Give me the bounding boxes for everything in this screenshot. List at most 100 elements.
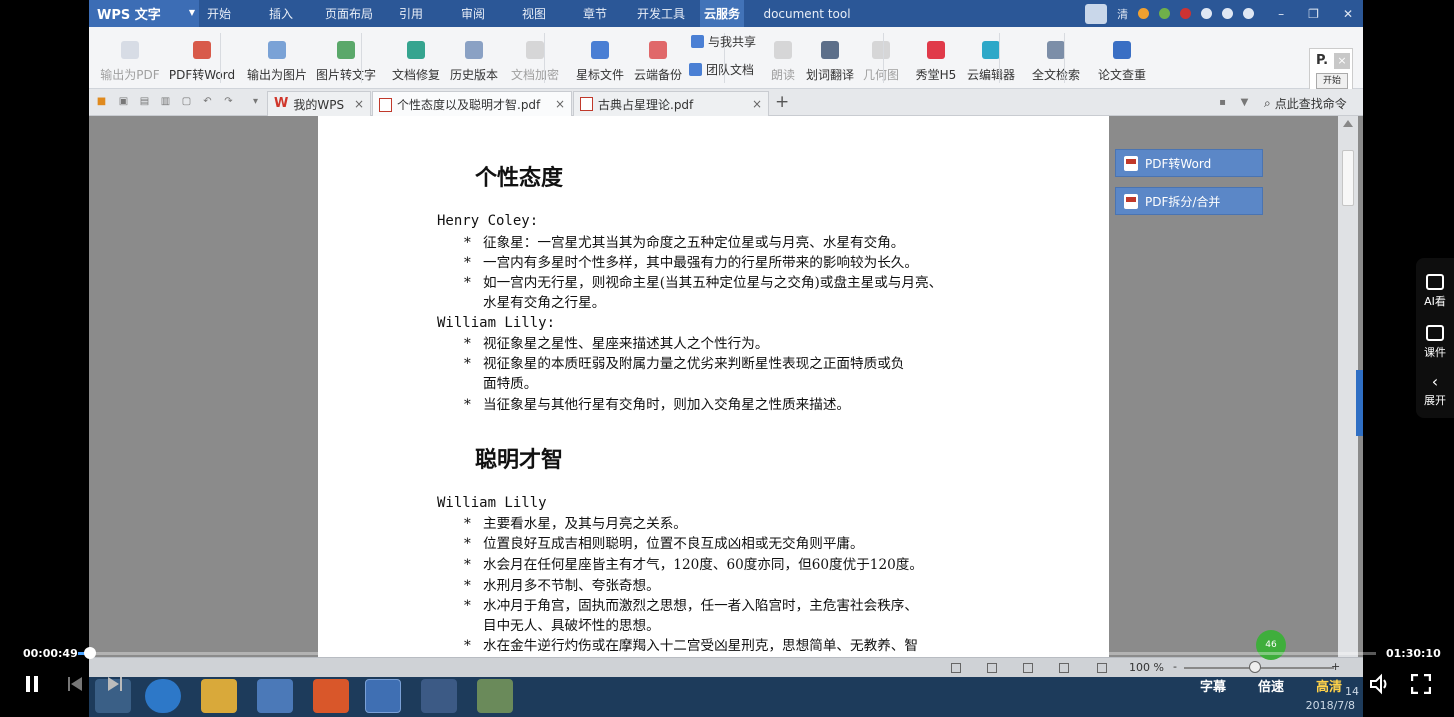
toolbar-button-label: 朗读 [770, 68, 795, 82]
menu-2[interactable]: 页面布局 [314, 0, 384, 27]
toolbar-button-label: 云端备份 [633, 68, 682, 82]
menu-9[interactable]: document tool [762, 0, 852, 27]
bullet-item: * 位置良好互成吉相则聪明，位置不良互成凶相或无交角则平庸。 [464, 534, 1024, 554]
team-icon [689, 63, 702, 76]
status-4-icon[interactable] [1222, 8, 1234, 19]
mini-panel-start-button[interactable]: 开始 [1316, 73, 1348, 89]
download-icon[interactable]: ▼ [1239, 97, 1250, 108]
toolbar-button-14[interactable]: 云编辑器 [957, 31, 1025, 85]
fullscreen-button[interactable] [1410, 673, 1432, 695]
pdf-side-button-0[interactable]: PDF转Word [1115, 149, 1263, 177]
redo-icon[interactable]: ↷ [223, 96, 234, 107]
rail-button-0[interactable]: AI看 [1416, 262, 1454, 312]
toolbar-button-3[interactable]: 图片转文字 [312, 31, 380, 85]
avatar[interactable] [1085, 3, 1108, 24]
restore-icon[interactable]: ❐ [1308, 7, 1319, 21]
close-icon[interactable]: × [555, 97, 565, 111]
doc-tab-0[interactable]: W 我的WPS × [267, 91, 371, 116]
section-heading: 聪明才智 [475, 447, 564, 473]
scroll-up-icon[interactable] [1343, 120, 1353, 127]
user-name[interactable]: 清 [1117, 6, 1128, 22]
menu-0[interactable]: 开始 [199, 0, 239, 27]
doc-tab-2[interactable]: 古典占星理论.pdf × [573, 91, 769, 116]
menu-5[interactable]: 视图 [514, 0, 554, 27]
mini-panel: P. × 开始 [1309, 48, 1353, 94]
bullet-mark: * [464, 578, 471, 594]
command-search-placeholder: 点此查找命令 [1274, 97, 1347, 111]
toolbar-button-1[interactable]: PDF转Word [168, 31, 236, 85]
status-5-icon[interactable] [1243, 8, 1255, 19]
toolbar-2-icon [268, 41, 286, 59]
mini-panel-title: P. [1316, 53, 1329, 68]
team-docs-button[interactable]: 团队文档 [689, 61, 754, 78]
menu-4[interactable]: 审阅 [453, 0, 493, 27]
scroll-thumb[interactable] [1342, 150, 1354, 206]
bullet-text: 视征象星的本质旺弱及附属力量之优劣来判断星性表现之正面特质或负 [483, 356, 905, 372]
subtitle-button[interactable]: 字幕 [1200, 676, 1226, 695]
rail-button-2[interactable]: ‹ 展开 [1416, 364, 1454, 414]
close-window-icon[interactable]: ✕ [1343, 7, 1353, 21]
toolbar-button-6[interactable]: 文档加密 [501, 31, 569, 85]
skin-icon[interactable]: ▪ [1217, 97, 1228, 108]
status-2-icon[interactable] [1180, 8, 1192, 19]
toolbar-button-label: 几何图 [862, 68, 899, 82]
print-icon[interactable]: ▥ [160, 96, 171, 107]
status-1-icon[interactable] [1159, 8, 1171, 19]
bullet-mark: * [464, 516, 471, 532]
close-icon[interactable]: × [1334, 53, 1350, 69]
undo-icon[interactable]: ↶ [202, 96, 213, 107]
bullet-text: 水刑月多不节制、夸张奇想。 [483, 578, 660, 594]
next-button[interactable] [106, 675, 124, 693]
bullet-text: 视征象星之星性、星座来描述其人之个性行为。 [483, 336, 769, 352]
menu-6[interactable]: 章节 [575, 0, 615, 27]
pause-button[interactable] [23, 674, 41, 694]
save-icon[interactable]: ▣ [118, 96, 129, 107]
toolbar-button-0[interactable]: 输出为PDF [96, 31, 164, 85]
progress-track[interactable] [78, 652, 1376, 655]
menu-1[interactable]: 插入 [261, 0, 301, 27]
bullet-item: * 视征象星之星性、星座来描述其人之个性行为。 [464, 334, 1024, 354]
close-icon[interactable]: × [354, 97, 364, 111]
toolbar-button-16[interactable]: 论文查重 [1088, 31, 1156, 85]
toolbar-separator [544, 33, 545, 83]
bullet-mark: * [464, 557, 471, 573]
pdf-side-button-1[interactable]: PDF拆分/合并 [1115, 187, 1263, 215]
rail-button-1[interactable]: 课件 [1416, 313, 1454, 363]
toolbar-button-8[interactable]: 云端备份 [624, 31, 692, 85]
author-line: William Lilly: [437, 315, 556, 331]
volume-button[interactable] [1369, 673, 1391, 695]
chevron-down-icon[interactable]: ▾ [250, 96, 261, 107]
menu-8[interactable]: 云服务 [700, 0, 744, 27]
bullet-mark: * [464, 336, 471, 352]
previous-button[interactable] [66, 675, 84, 693]
vertical-scrollbar[interactable] [1338, 116, 1358, 657]
export-icon[interactable]: ▤ [139, 96, 150, 107]
status-0-icon[interactable] [1138, 8, 1150, 19]
toolbar-button-2[interactable]: 输出为图片 [243, 31, 311, 85]
doc-tab-1[interactable]: 个性态度以及聪明才智.pdf × [372, 91, 572, 117]
app-menu-button[interactable]: WPS 文字 ▼ [89, 0, 199, 27]
quality-button[interactable]: 高清 [1316, 676, 1342, 695]
command-search[interactable]: ⌕ 点此查找命令 [1264, 95, 1359, 112]
preview-icon[interactable]: ▢ [181, 96, 192, 107]
open-folder-icon[interactable]: ■ [96, 96, 107, 107]
new-tab-button[interactable]: + [775, 92, 789, 112]
speed-button[interactable]: 倍速 [1258, 676, 1284, 695]
bullet-text: 当征象星与其他行星有交角时，则加入交角星之性质来描述。 [483, 397, 851, 413]
bullet-mark: * [464, 397, 471, 413]
total-time: 01:30:10 [1386, 647, 1441, 660]
collapse-panel-tab[interactable] [1356, 370, 1363, 436]
menu-3[interactable]: 引用 [391, 0, 431, 27]
menu-7[interactable]: 开发工具 [629, 0, 693, 27]
close-icon[interactable]: × [752, 97, 762, 111]
share-with-me-button[interactable]: 与我共享 [691, 33, 756, 50]
progress-knob[interactable] [83, 647, 96, 659]
toolbar-button-5[interactable]: 历史版本 [440, 31, 508, 85]
toolbar-button-label: 历史版本 [449, 68, 498, 82]
minimize-icon[interactable]: – [1278, 7, 1284, 21]
assistant-ball-icon[interactable]: 46 [1256, 630, 1286, 660]
toolbar-button-15[interactable]: 全文检索 [1022, 31, 1090, 85]
toolbar-button-label: 文档修复 [391, 68, 440, 82]
status-3-icon[interactable] [1201, 8, 1213, 19]
toolbar-0-icon [121, 41, 139, 59]
